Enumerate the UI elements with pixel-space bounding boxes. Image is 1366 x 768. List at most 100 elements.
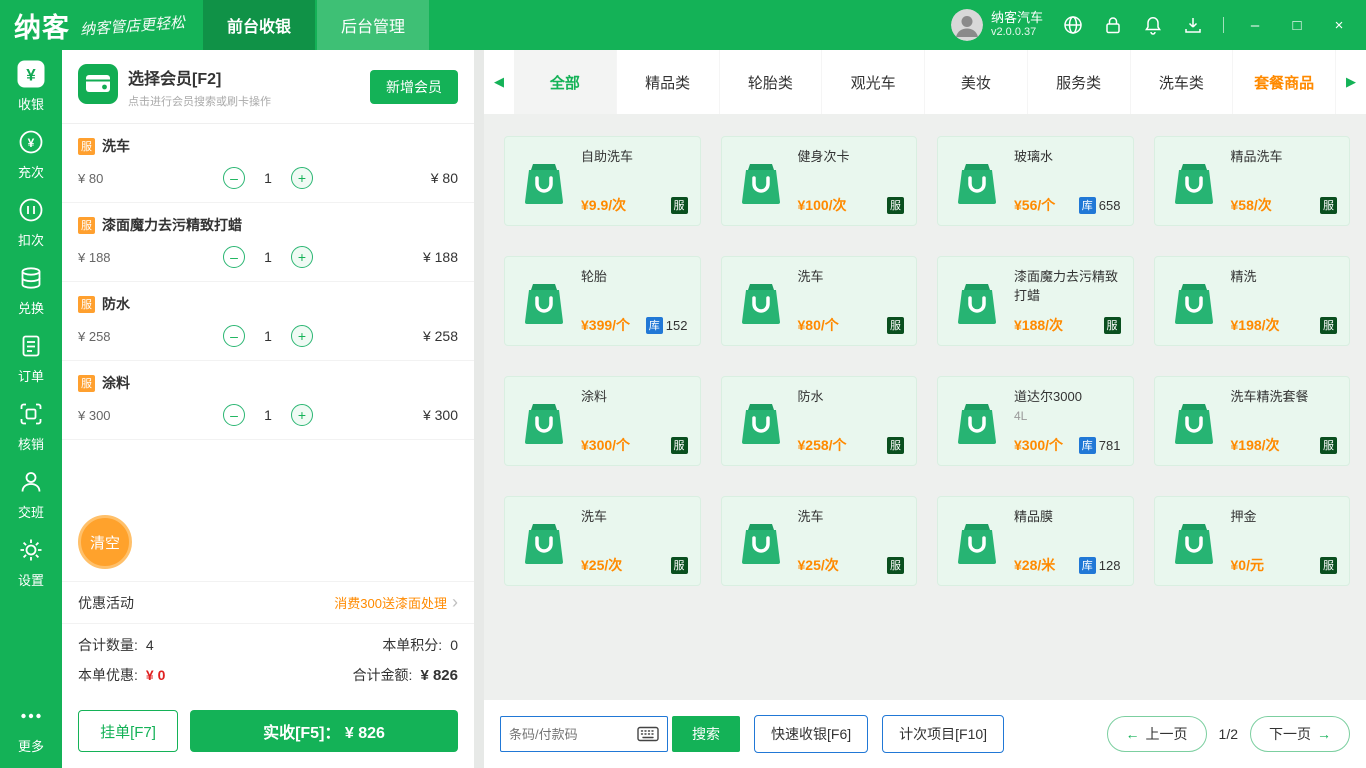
cart-item-header: 服 防水 [78,294,458,314]
top-tab[interactable]: 前台收银 [203,0,316,50]
cart-item-header: 服 洗车 [78,136,458,156]
sidebar-item[interactable]: 扣次 [0,188,62,256]
add-member-button[interactable]: 新增会员 [370,69,458,104]
keyboard-icon[interactable] [637,726,659,742]
search-button[interactable]: 搜索 [672,716,740,752]
prev-page-button[interactable]: 上一页 [1106,716,1207,752]
category-tab[interactable]: 套餐商品 [1233,50,1336,114]
shopping-bag-icon [734,507,788,575]
bell-icon[interactable] [1143,15,1163,35]
product-card[interactable]: 精洗 ¥198/次 服 [1153,256,1350,346]
qty-increase-button[interactable] [291,404,313,426]
minimize-button[interactable]: – [1244,17,1266,34]
pay-button[interactable]: 实收[F5]： ¥ 826 [190,710,458,752]
product-card[interactable]: 健身次卡 ¥100/次 服 [720,136,917,226]
category-tab[interactable]: 轮胎类 [720,50,823,114]
product-card[interactable]: 洗车精洗套餐 ¥198/次 服 [1153,376,1350,466]
quick-cashier-button[interactable]: 快速收银[F6] [754,715,869,753]
category-bar: 全部精品类轮胎类观光车美妆服务类洗车类套餐商品 [484,50,1366,114]
product-bottom: ¥300/个 库 781 [1014,435,1121,455]
verify-icon [18,399,44,429]
product-card[interactable]: 精品膜 ¥28/米 库 128 [937,496,1134,586]
qty-increase-button[interactable] [291,167,313,189]
close-button[interactable]: × [1328,17,1350,34]
category-tab[interactable]: 洗车类 [1131,50,1234,114]
product-card[interactable]: 涂料 ¥300/个 服 [504,376,701,466]
recharge-icon: ¥ [18,127,44,157]
order-points: 本单积分: 0 [382,635,458,655]
category-tab[interactable]: 美妆 [925,50,1028,114]
avatar[interactable] [950,9,983,41]
product-price: ¥399/个 [581,317,631,333]
product-card[interactable]: 洗车 ¥25/次 服 [504,496,701,586]
shift-icon [18,467,44,497]
network-icon[interactable] [1063,15,1083,35]
next-page-label: 下一页 [1269,726,1311,742]
product-card[interactable]: 漆面魔力去污精致打蜡 ¥188/次 服 [937,256,1134,346]
shopping-bag-icon [1167,147,1221,215]
sidebar-item-label: 设置 [17,573,44,588]
cart-item-header: 服 漆面魔力去污精致打蜡 [78,215,458,235]
qty-increase-button[interactable] [291,325,313,347]
category-prev-arrow-icon[interactable] [484,50,514,114]
top-tab[interactable]: 后台管理 [317,0,430,50]
category-next-arrow-icon[interactable] [1336,50,1366,114]
hold-order-button[interactable]: 挂单[F7] [78,710,178,752]
page-indicator: 1/2 [1218,726,1238,742]
next-page-button[interactable]: 下一页 [1250,716,1350,752]
category-tab[interactable]: 服务类 [1028,50,1131,114]
qty-decrease-button[interactable] [223,404,245,426]
sidebar-item[interactable]: ¥ 充次 [0,120,62,188]
product-card[interactable]: 押金 ¥0/元 服 [1153,496,1350,586]
product-badge: 库 [645,316,663,334]
deduct-icon [18,195,44,225]
clear-cart-button[interactable]: 清空 [78,515,132,569]
sidebar-item-label: 核销 [17,437,44,452]
product-card[interactable]: 自助洗车 ¥9.9/次 服 [504,136,701,226]
product-bottom: ¥25/次 服 [581,555,688,575]
product-card[interactable]: 洗车 ¥25/次 服 [720,496,917,586]
qty-increase-button[interactable] [291,246,313,268]
product-card[interactable]: 洗车 ¥80/个 服 [720,256,917,346]
sidebar-item[interactable]: ¥ 收银 [0,52,62,120]
download-icon[interactable] [1183,15,1203,35]
qty-decrease-button[interactable] [223,246,245,268]
promo-row[interactable]: 优惠活动 消费300送漆面处理 [62,581,474,623]
product-card[interactable]: 道达尔3000 4L ¥300/个 库 781 [937,376,1134,466]
cart-items: 服 洗车 ¥ 80 1 ¥ 80 服 漆面魔力 [62,124,474,440]
product-body: 精品膜 ¥28/米 库 128 [1014,507,1121,575]
sidebar-item[interactable]: 交班 [0,460,62,528]
sidebar-item[interactable]: 更多 [0,694,62,762]
exchange-icon [18,263,44,293]
sidebar-item[interactable]: 核销 [0,392,62,460]
qty-decrease-button[interactable] [223,325,245,347]
count-item-button[interactable]: 计次项目[F10] [882,715,1005,753]
settings-icon [18,535,44,565]
category-tab[interactable]: 全部 [514,50,617,114]
category-tab[interactable]: 观光车 [822,50,925,114]
product-badge: 服 [670,196,688,214]
product-bottom: ¥198/次 服 [1231,435,1337,455]
maximize-button[interactable]: □ [1286,17,1308,34]
sidebar-item[interactable]: 订单 [0,324,62,392]
product-stock: 152 [665,317,688,333]
product-body: 洗车 ¥80/个 服 [797,267,904,335]
product-card[interactable]: 轮胎 ¥399/个 库 152 [504,256,701,346]
sidebar-item[interactable]: 设置 [0,528,62,596]
product-price: ¥80/个 [797,317,839,333]
member-subtitle: 点击进行会员搜索或刷卡操作 [128,95,271,108]
member-select[interactable]: 选择会员[F2] 点击进行会员搜索或刷卡操作 新增会员 [62,50,474,124]
cart-item-name: 涂料 [102,375,130,391]
order-discount-value: ¥ 0 [145,667,166,683]
qty-decrease-button[interactable] [223,167,245,189]
product-card[interactable]: 防水 ¥258/个 服 [720,376,917,466]
product-price: ¥9.9/次 [581,197,627,213]
member-card-icon [78,64,118,109]
product-bottom: ¥56/个 库 658 [1014,195,1121,215]
sidebar-item[interactable]: 兑换 [0,256,62,324]
product-card[interactable]: 玻璃水 ¥56/个 库 658 [937,136,1134,226]
product-card[interactable]: 精品洗车 ¥58/次 服 [1153,136,1350,226]
lock-icon[interactable] [1103,15,1123,35]
category-tab[interactable]: 精品类 [617,50,720,114]
barcode-input[interactable] [509,726,637,742]
